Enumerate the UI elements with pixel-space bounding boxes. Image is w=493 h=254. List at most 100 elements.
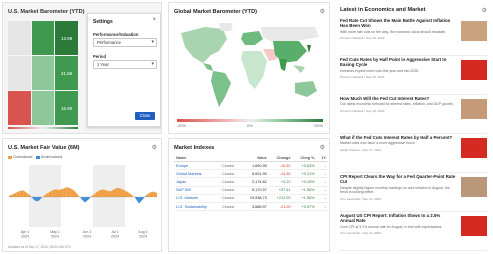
news-item[interactable]: August US CPI Report: Inflation Slows to…	[340, 213, 487, 251]
table-row[interactable]: Global Markets Closed 8,001.90 -14.35 +0.21%…	[174, 169, 328, 179]
index-status: Closed	[220, 169, 242, 179]
gear-icon[interactable]: ⚙	[482, 7, 487, 14]
table-row[interactable]: Europe Closed 1,690.95 -10.52 +0.63% -	[174, 161, 328, 171]
overvalued-area	[102, 189, 107, 197]
news-headline[interactable]: CPI Report Clears the Way for a Fed Quar…	[340, 174, 456, 185]
index-name[interactable]: U.S. Markets	[174, 194, 221, 203]
news-thumbnail[interactable]	[461, 99, 487, 119]
gear-icon[interactable]: ⚙	[320, 8, 325, 15]
news-thumbnail[interactable]	[461, 21, 487, 41]
news-headline[interactable]: August US CPI Report: Inflation Slows to…	[340, 213, 456, 224]
map-africa	[241, 51, 267, 89]
overvalued-area	[70, 188, 74, 197]
news-headline[interactable]: What if the Fed Cuts Interest Rates by H…	[340, 135, 456, 140]
overvalued-area	[12, 192, 17, 197]
index-name[interactable]: U.S. Sustainability	[174, 202, 221, 212]
perf-valuation-value: Performance	[97, 40, 121, 45]
news-item[interactable]: What if the Fed Cuts Interest Rates by H…	[340, 135, 487, 173]
barometer-cell[interactable]	[31, 91, 55, 125]
map-southeast-asia	[293, 65, 305, 73]
news-thumbnail[interactable]	[461, 138, 487, 158]
news-headline[interactable]: Fed Cuts Rates by Half Point in Aggressi…	[340, 57, 456, 68]
news-item[interactable]: Fed Rate Cut Shows the Main Battle Again…	[340, 18, 487, 56]
undervalued-area	[88, 195, 93, 200]
overvalued-area	[77, 194, 82, 199]
period-value: 1 Year	[97, 62, 109, 67]
barometer-cell[interactable]	[8, 91, 31, 125]
index-status: Closed	[220, 194, 242, 203]
undervalued-area	[138, 197, 143, 204]
index-value: 10,938.73	[241, 194, 269, 203]
settings-title: Settings	[93, 19, 113, 25]
news-headline[interactable]: Fed Rate Cut Shows the Main Battle Again…	[340, 18, 456, 29]
barometer-cell[interactable]	[8, 56, 31, 90]
index-pct: +0.21%	[292, 169, 317, 179]
barometer-cell[interactable]: 21.86	[55, 56, 78, 90]
perf-valuation-select[interactable]: Performance ▾	[93, 38, 157, 47]
news-meta: Preston Caldwell • Sep 18, 2024	[340, 36, 385, 41]
overvalued-area	[146, 192, 150, 197]
gear-icon[interactable]: ⚙	[152, 144, 157, 151]
map-asia	[273, 41, 307, 63]
market-indexes-title: Market Indexes	[174, 145, 215, 151]
over-swatch	[8, 155, 12, 159]
overvalued-area	[9, 194, 13, 197]
index-name[interactable]: Europe	[174, 161, 221, 171]
x-tick-label: Jul 1 2024	[111, 230, 119, 239]
overvalued-area	[59, 188, 64, 197]
news-meta: Preston Caldwell • Sep 18, 2024	[340, 75, 385, 80]
map-central-america	[203, 63, 213, 71]
overvalued-area	[16, 190, 20, 197]
map-india	[279, 59, 287, 71]
period-label: Period	[93, 54, 107, 59]
period-select[interactable]: 1 Year ▾	[93, 60, 157, 69]
scale-max-label: +20%	[313, 124, 323, 128]
news-item[interactable]: Fed Cuts Rates by Half Point in Aggressi…	[340, 57, 487, 95]
news-summary: With more rate cuts on the way, the econ…	[340, 29, 446, 34]
close-button[interactable]: Close	[135, 112, 155, 120]
map-australia	[295, 81, 317, 97]
index-name[interactable]: Global Markets	[174, 169, 221, 179]
overvalued-area	[63, 187, 67, 197]
barometer-scale	[8, 127, 78, 129]
index-1y: -	[316, 169, 328, 179]
x-tick-label: May 1 2024	[50, 230, 60, 239]
overvalued-area	[153, 191, 157, 197]
index-status: Closed	[220, 161, 242, 171]
barometer-cell[interactable]	[31, 21, 55, 55]
map-south-america	[211, 71, 231, 107]
fair-value-footnote: Updated as of Sep 17, 2024 | 08:10 AM UT…	[8, 245, 72, 249]
index-pct: +1.56%	[292, 186, 317, 195]
index-name[interactable]: Japan	[174, 177, 221, 187]
news-item[interactable]: How Much Will the Fed Cut Interest Rates…	[340, 96, 487, 134]
table-row[interactable]: Japan Closed 2,174.82 +3.20 +0.15% -	[174, 177, 328, 187]
barometer-cell[interactable]: 13.89	[55, 21, 78, 55]
table-row[interactable]: U.S. Sustainability Closed 3,686.97 -21.00 +…	[174, 202, 328, 212]
overvalued-area	[19, 190, 24, 197]
table-row[interactable]: U.S. Markets Closed 10,938.73 +212.00 +1.56%…	[174, 194, 328, 203]
overvalued-area	[73, 190, 78, 197]
barometer-cell[interactable]	[31, 56, 55, 90]
news-thumbnail[interactable]	[461, 177, 487, 197]
overvalued-area	[131, 194, 136, 199]
news-thumbnail[interactable]	[461, 216, 487, 236]
index-1y: -	[316, 177, 328, 187]
close-icon[interactable]: ×	[152, 17, 156, 23]
news-item[interactable]: CPI Report Clears the Way for a Fed Quar…	[340, 174, 487, 212]
table-row[interactable]: S&P 500 Closed 5,170.97 +57.61 +1.56% -	[174, 186, 328, 195]
perf-valuation-label: Performance/Valuation	[93, 32, 139, 37]
gear-icon[interactable]: ⚙	[320, 144, 325, 151]
news-meta: Tom Lauricella • Sep 11, 2024	[340, 196, 381, 201]
world-map	[181, 23, 319, 107]
barometer-cell[interactable]	[8, 21, 31, 55]
barometer-cell[interactable]: 16.90	[55, 91, 78, 125]
news-thumbnail[interactable]	[461, 60, 487, 80]
news-title: Latest in Economics and Market	[340, 7, 426, 13]
index-name[interactable]: S&P 500	[174, 186, 221, 195]
overvalued-area	[106, 190, 111, 197]
index-change: -14.35	[268, 169, 293, 179]
news-headline[interactable]: How Much Will the Fed Cut Interest Rates…	[340, 96, 456, 101]
index-change: -10.52	[268, 161, 293, 171]
undervalued-area	[81, 197, 85, 203]
scale-mid-label: 0%	[247, 124, 253, 128]
